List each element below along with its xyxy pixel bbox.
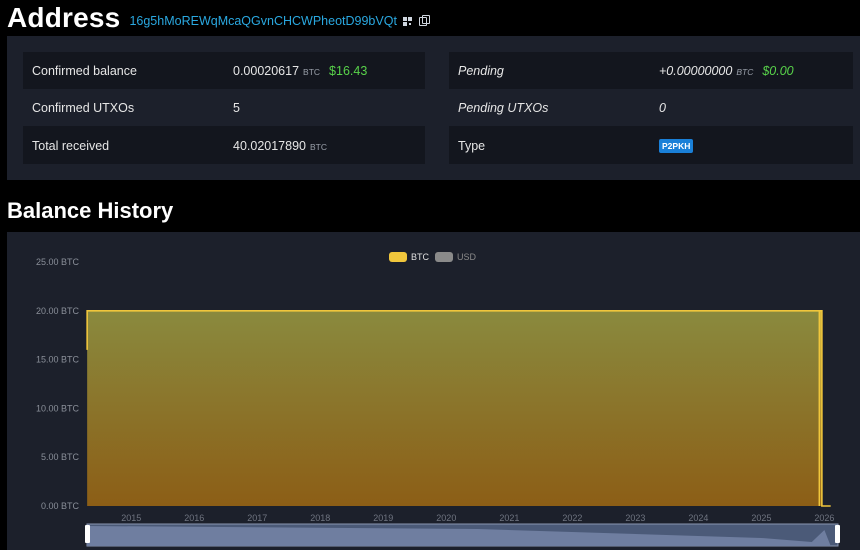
confirmed-balance-amount: 0.00020617 <box>233 63 300 78</box>
copy-icon[interactable] <box>418 14 430 26</box>
y-tick-label: 5.00 BTC <box>41 452 80 462</box>
x-tick-label: 2024 <box>688 513 708 523</box>
address-link[interactable]: 16g5hMoREWqMcaQGvnCHCWPheotD99bVQt <box>129 14 396 28</box>
y-tick-label: 15.00 BTC <box>36 355 80 365</box>
zoom-handle-left[interactable] <box>85 525 90 543</box>
zoom-handle-right[interactable] <box>835 525 840 543</box>
x-tick-label: 2015 <box>121 513 141 523</box>
x-tick-label: 2018 <box>310 513 330 523</box>
confirmed-balance-value: 0.00020617 BTC $16.43 <box>233 64 367 78</box>
balance-history-chart: 25.00 BTC 20.00 BTC 15.00 BTC 10.00 BTC 5.00… <box>36 257 840 547</box>
x-tick-label: 2026 <box>814 513 834 523</box>
x-tick-label: 2022 <box>562 513 582 523</box>
address-type-badge: P2PKH <box>659 138 694 153</box>
zoom-slider[interactable] <box>85 523 840 547</box>
confirmed-utxos-value: 5 <box>233 100 240 115</box>
type-label: Type <box>458 138 486 153</box>
pending-usd: $0.00 <box>762 63 794 78</box>
x-tick-label: 2021 <box>499 513 519 523</box>
type-value: P2PKH <box>659 138 694 153</box>
pending-label: Pending <box>458 63 504 78</box>
x-axis: 2015 2016 2017 2018 2019 2020 2021 2022 2023 2024… <box>121 513 834 523</box>
confirmed-balance-usd: $16.43 <box>329 63 368 78</box>
address-summary-panel: Confirmed balance 0.00020617 BTC $16.43 … <box>7 36 860 180</box>
x-tick-label: 2023 <box>625 513 645 523</box>
summary-right-card: Pending +0.00000000 BTC $0.00 Pending UT… <box>449 52 853 164</box>
confirmed-balance-row: Confirmed balance 0.00020617 BTC $16.43 <box>23 52 425 89</box>
pending-value: +0.00000000 BTC $0.00 <box>659 64 794 78</box>
total-received-unit: BTC <box>310 141 327 152</box>
y-axis: 25.00 BTC 20.00 BTC 15.00 BTC 10.00 BTC 5.00… <box>36 257 80 511</box>
confirmed-balance-unit: BTC <box>303 66 321 77</box>
pending-row: Pending +0.00000000 BTC $0.00 <box>449 52 853 89</box>
qr-code-icon[interactable] <box>402 16 412 26</box>
confirmed-utxos-label: Confirmed UTXOs <box>32 100 135 115</box>
balance-history-chart-panel: BTC USD 25.00 BTC 20.00 BTC 15.00 BTC 10.00… <box>7 232 860 550</box>
x-tick-label: 2025 <box>751 513 771 523</box>
pending-utxos-value: 0 <box>659 100 666 115</box>
series-area-btc <box>87 310 831 506</box>
y-tick-label: 20.00 BTC <box>36 306 80 316</box>
total-received-amount: 40.02017890 <box>233 138 306 153</box>
total-received-row: Total received 40.02017890 BTC <box>23 127 425 164</box>
pending-amount: +0.00000000 <box>659 63 733 78</box>
pending-utxos-label: Pending UTXOs <box>458 100 549 115</box>
total-received-label: Total received <box>32 138 110 153</box>
page-title: Address <box>7 2 121 33</box>
balance-history-title: Balance History <box>7 198 174 223</box>
x-tick-label: 2020 <box>436 513 456 523</box>
pending-utxos-row: Pending UTXOs 0 <box>449 89 853 126</box>
x-tick-label: 2017 <box>247 513 267 523</box>
y-tick-label: 10.00 BTC <box>36 403 80 413</box>
x-tick-label: 2016 <box>184 513 204 523</box>
x-tick-label: 2019 <box>373 513 393 523</box>
pending-unit: BTC <box>736 66 754 77</box>
type-row: Type P2PKH <box>449 127 853 164</box>
y-tick-label: 25.00 BTC <box>36 257 80 267</box>
confirmed-balance-label: Confirmed balance <box>32 63 137 78</box>
total-received-value: 40.02017890 BTC <box>233 139 327 153</box>
series-layer <box>86 310 831 507</box>
summary-left-card: Confirmed balance 0.00020617 BTC $16.43 … <box>23 52 425 164</box>
y-tick-label: 0.00 BTC <box>41 501 80 511</box>
page-header: Address 16g5hMoREWqMcaQGvnCHCWPheotD99bV… <box>7 0 430 36</box>
confirmed-utxos-row: Confirmed UTXOs 5 <box>23 89 425 126</box>
